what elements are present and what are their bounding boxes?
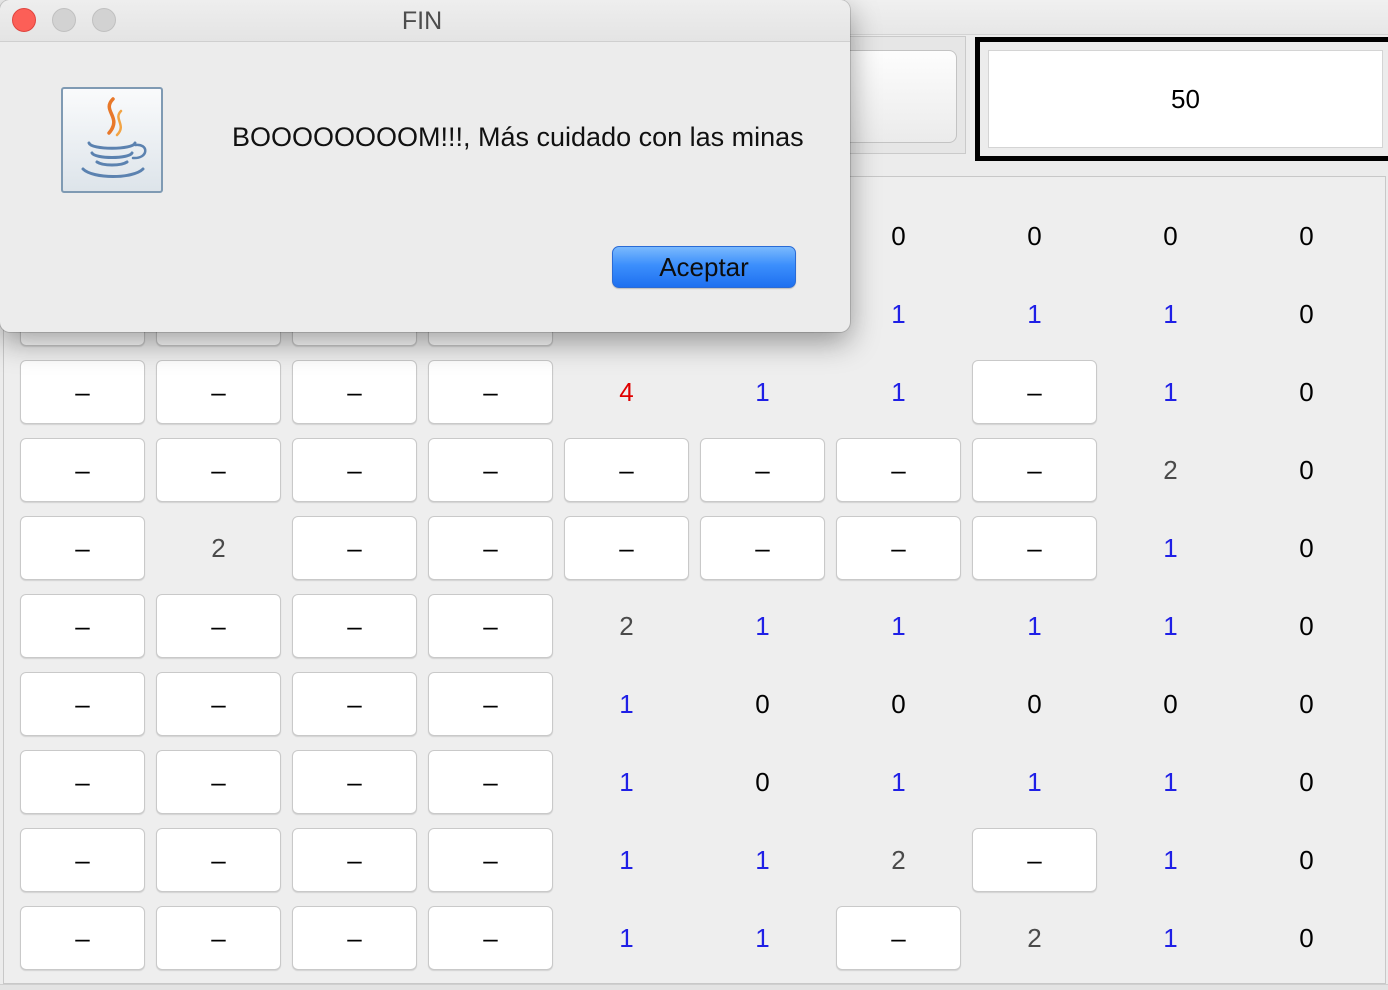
revealed-cell-number: 0 [1299, 688, 1314, 719]
accept-button[interactable]: Aceptar [612, 246, 796, 288]
revealed-cell-number: 2 [211, 532, 226, 563]
covered-cell-button[interactable]: – [20, 828, 145, 892]
covered-cell-button[interactable]: – [972, 360, 1097, 424]
covered-cell-button[interactable]: – [292, 828, 417, 892]
dialog-titlebar: FIN [0, 0, 850, 42]
covered-cell-button[interactable]: – [20, 594, 145, 658]
revealed-cell-number: 0 [1299, 766, 1314, 797]
revealed-cell-number: 1 [619, 688, 634, 719]
covered-cell-button[interactable]: – [20, 438, 145, 502]
covered-cell-button[interactable]: – [156, 828, 281, 892]
covered-cell-button[interactable]: – [428, 750, 553, 814]
covered-cell-button[interactable]: – [156, 906, 281, 970]
revealed-cell-number: 1 [1027, 298, 1042, 329]
covered-cell-button[interactable]: – [428, 906, 553, 970]
covered-cell-button[interactable]: – [428, 438, 553, 502]
revealed-cell-number: 1 [1163, 610, 1178, 641]
java-coffee-icon [61, 87, 163, 193]
revealed-cell-number: 1 [755, 922, 770, 953]
revealed-cell-number: 0 [1299, 844, 1314, 875]
revealed-cell-number: 1 [1027, 766, 1042, 797]
revealed-cell-number: 2 [1163, 454, 1178, 485]
revealed-cell-number: 1 [1163, 844, 1178, 875]
revealed-cell-number: 1 [1163, 532, 1178, 563]
revealed-cell-number: 0 [1299, 454, 1314, 485]
revealed-cell-number: 0 [891, 688, 906, 719]
covered-cell-button[interactable]: – [292, 516, 417, 580]
revealed-cell-number: 1 [891, 766, 906, 797]
covered-cell-button[interactable]: – [20, 360, 145, 424]
revealed-cell-number: 0 [755, 766, 770, 797]
covered-cell-button[interactable]: – [564, 516, 689, 580]
revealed-cell-number: 1 [1163, 298, 1178, 329]
covered-cell-button[interactable]: – [20, 750, 145, 814]
revealed-cell-number: 1 [619, 844, 634, 875]
covered-cell-button[interactable]: – [972, 438, 1097, 502]
covered-cell-button[interactable]: – [700, 438, 825, 502]
revealed-cell-number: 2 [619, 610, 634, 641]
revealed-cell-number: 0 [1299, 220, 1314, 251]
covered-cell-button[interactable]: – [972, 828, 1097, 892]
revealed-cell-number: 1 [755, 610, 770, 641]
revealed-cell-number: 0 [1163, 688, 1178, 719]
revealed-cell-number: 1 [755, 376, 770, 407]
revealed-cell-number: 0 [1163, 220, 1178, 251]
counter-display: 50 [988, 50, 1383, 148]
covered-cell-button[interactable]: – [836, 906, 961, 970]
covered-cell-button[interactable]: – [20, 672, 145, 736]
revealed-cell-number: 0 [755, 688, 770, 719]
covered-cell-button[interactable]: – [564, 438, 689, 502]
game-over-dialog: FIN BOOOOOOOOM!!!, Más cuidado con las m… [0, 0, 850, 332]
revealed-cell-number: 0 [1027, 688, 1042, 719]
revealed-cell-number: 0 [1299, 298, 1314, 329]
revealed-cell-number: 0 [1299, 922, 1314, 953]
revealed-cell-number: 2 [891, 844, 906, 875]
dialog-message: BOOOOOOOOM!!!, Más cuidado con las minas [232, 122, 804, 152]
revealed-cell-number: 0 [891, 220, 906, 251]
covered-cell-button[interactable]: – [292, 594, 417, 658]
covered-cell-button[interactable]: – [428, 828, 553, 892]
covered-cell-button[interactable]: – [292, 906, 417, 970]
revealed-cell-number: 1 [619, 766, 634, 797]
revealed-cell-number: 1 [1163, 766, 1178, 797]
covered-cell-button[interactable]: – [156, 438, 281, 502]
covered-cell-button[interactable]: – [428, 594, 553, 658]
covered-cell-button[interactable]: – [156, 360, 281, 424]
covered-cell-button[interactable]: – [156, 750, 281, 814]
covered-cell-button[interactable]: – [156, 594, 281, 658]
revealed-cell-number: 1 [619, 922, 634, 953]
revealed-cell-number: 0 [1299, 610, 1314, 641]
revealed-cell-number: 0 [1299, 532, 1314, 563]
covered-cell-button[interactable]: – [292, 360, 417, 424]
revealed-cell-number: 1 [891, 298, 906, 329]
revealed-cell-number: 1 [755, 844, 770, 875]
revealed-cell-number: 0 [1027, 220, 1042, 251]
covered-cell-button[interactable]: – [836, 438, 961, 502]
covered-cell-button[interactable]: – [156, 672, 281, 736]
covered-cell-button[interactable]: – [428, 516, 553, 580]
covered-cell-button[interactable]: – [836, 516, 961, 580]
covered-cell-button[interactable]: – [20, 906, 145, 970]
covered-cell-button[interactable]: – [292, 672, 417, 736]
revealed-cell-number: 1 [1027, 610, 1042, 641]
covered-cell-button[interactable]: – [20, 516, 145, 580]
covered-cell-button[interactable]: – [428, 672, 553, 736]
revealed-cell-number: 1 [891, 376, 906, 407]
revealed-cell-number: 0 [1299, 376, 1314, 407]
covered-cell-button[interactable]: – [428, 360, 553, 424]
covered-cell-button[interactable]: – [972, 516, 1097, 580]
covered-cell-button[interactable]: – [292, 750, 417, 814]
revealed-cell-number: 2 [1027, 922, 1042, 953]
covered-cell-button[interactable]: – [292, 438, 417, 502]
revealed-cell-number: 4 [619, 376, 634, 407]
window-bottom-edge [0, 984, 1388, 990]
revealed-cell-number: 1 [891, 610, 906, 641]
covered-cell-button[interactable]: – [700, 516, 825, 580]
revealed-cell-number: 1 [1163, 376, 1178, 407]
dialog-title: FIN [401, 7, 443, 35]
revealed-cell-number: 1 [1163, 922, 1178, 953]
